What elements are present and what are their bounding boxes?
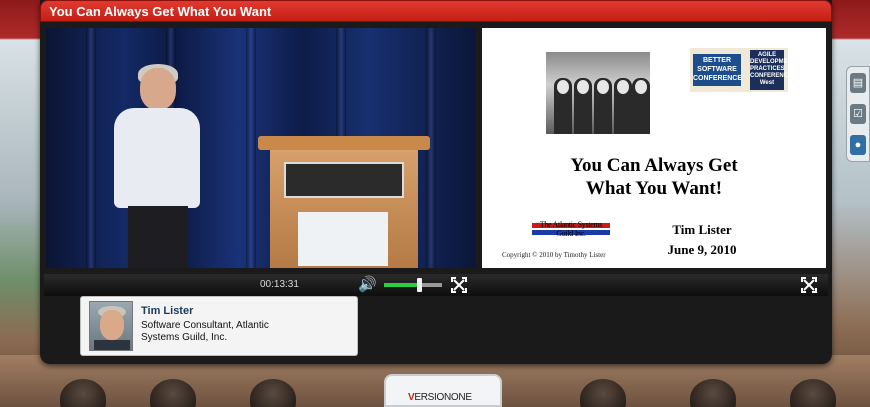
slides-icon[interactable]: ▤ [850,72,866,93]
podium-top [258,136,430,150]
volume-icon[interactable]: 🔊 [358,276,380,294]
podium [258,136,430,268]
slide-title-line2: What You Want! [585,178,723,199]
sponsor-logo[interactable]: VERSIONONE [384,374,502,407]
people-icon[interactable]: ● [850,135,866,156]
audience-head [150,379,196,407]
audience-head [690,379,736,407]
audience-head [250,379,296,407]
better-software-logo: BETTER SOFTWARE CONFERENCE [693,54,742,86]
curtain-fold [86,28,96,268]
presenter-name: Tim Lister [141,305,194,317]
slide-title: You Can Always Get What You Want! [482,154,826,200]
checklist-icon[interactable]: ☑ [850,103,866,124]
stage-background-left [0,0,44,407]
agile-conference-logo: AGILE DEVELOPMENT PRACTICES CONFERENCE W… [750,50,796,90]
elapsed-time: 00:13:31 [260,279,299,290]
volume-knob[interactable] [416,278,422,292]
title-bar: You Can Always Get What You Want [40,0,832,22]
band-member [614,78,632,134]
band-photo [546,52,650,134]
avatar [89,301,133,351]
fullscreen-video-icon[interactable] [450,276,468,294]
band-member [594,78,612,134]
sponsor-logo-text: ERSIONONE [414,392,472,403]
speaker-figure [104,64,204,268]
curtain-fold [246,28,256,268]
speaker-torso [114,108,200,208]
slide-copyright: Copyright © 2010 by Timothy Lister [502,251,606,259]
presenter-role: Software Consultant, Atlantic Systems Gu… [141,320,269,343]
slide-date: June 9, 2010 [667,242,737,257]
audience-head [580,379,626,407]
presenter-info-card: Tim Lister Software Consultant, Atlantic… [80,296,358,356]
window-title: You Can Always Get What You Want [49,4,272,19]
slide-title-line1: You Can Always Get [570,155,738,176]
fullscreen-slide-icon[interactable] [800,276,818,294]
audience-head [790,379,836,407]
video-feed[interactable] [46,28,476,268]
slide-viewer[interactable]: BETTER SOFTWARE CONFERENCE AGILE DEVELOP… [482,28,826,268]
audience-head [60,379,106,407]
video-player: You Can Always Get What You Want BETTER … [40,0,832,364]
speaker-legs [128,206,188,268]
side-tool-panel: ▤ ☑ ● [846,66,870,162]
volume-fill [384,283,419,287]
volume-slider[interactable] [384,278,442,292]
company-logo-text: The Atlantic Systems Guild Inc. [539,220,603,238]
band-member [632,78,650,134]
band-member [554,78,572,134]
podium-sign [284,162,404,198]
podium-poster [298,212,388,266]
speaker-head [140,68,176,110]
slide-presenter-name: Tim Lister [672,222,732,237]
player-controls: 00:13:31 🔊 [44,274,828,296]
band-member [574,78,592,134]
conference-logo: BETTER SOFTWARE CONFERENCE AGILE DEVELOP… [690,48,796,92]
atlantic-systems-guild-logo: The Atlantic Systems Guild Inc. [532,220,610,238]
stage-background-right [830,0,870,407]
